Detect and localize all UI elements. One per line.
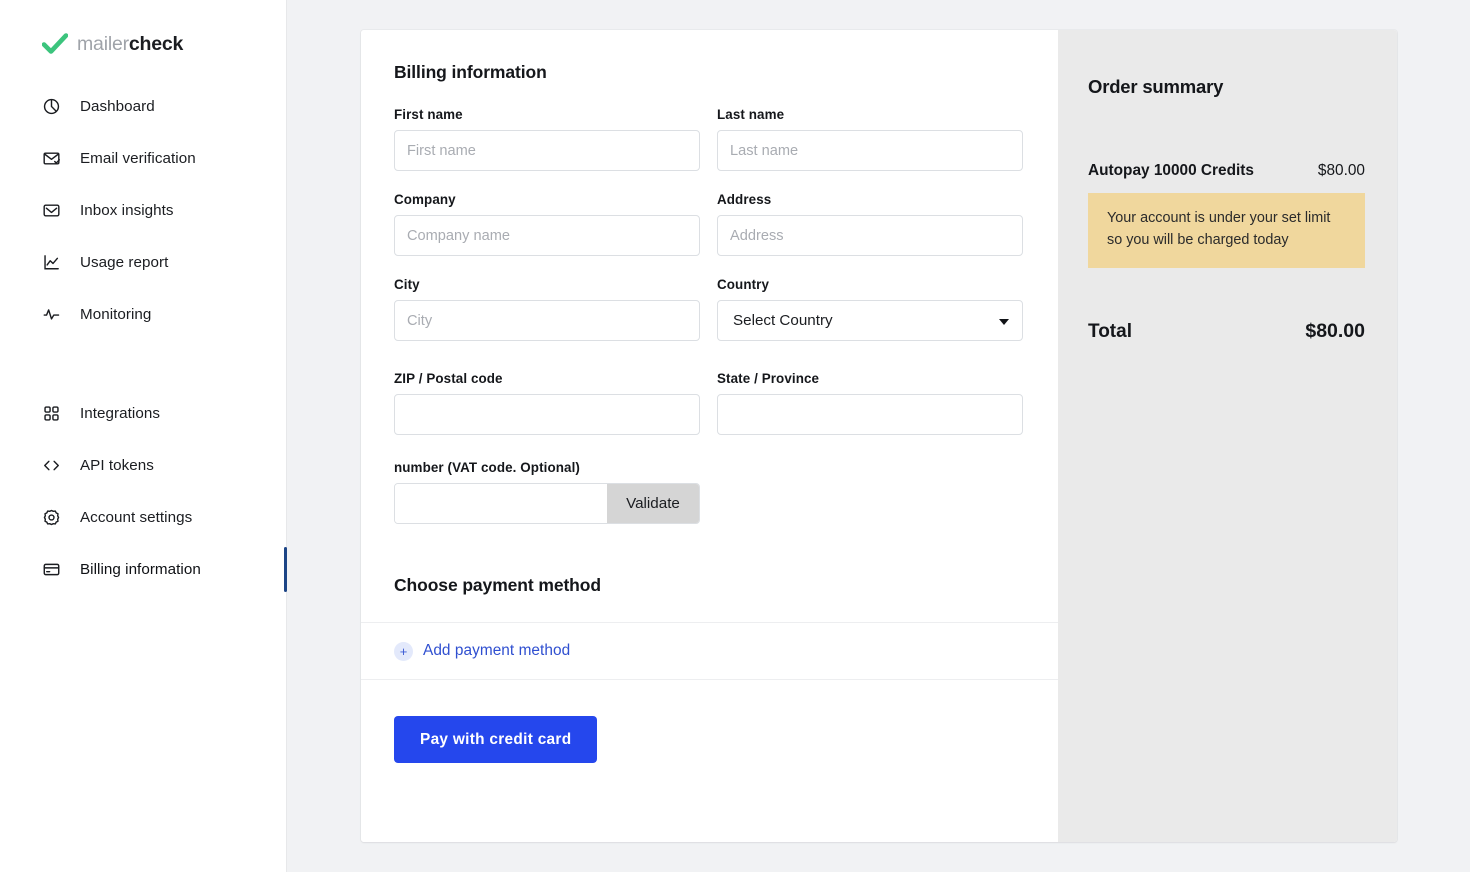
sidebar-nav: Dashboard Email verification Inbox insig… [0, 88, 287, 592]
sidebar-nav-group-secondary: Integrations API tokens Account settings… [0, 395, 287, 592]
field-country: Country Select Country [717, 277, 1023, 341]
sidebar-item-label: Usage report [80, 254, 169, 271]
row-spacer [394, 349, 1023, 371]
mail-check-icon [41, 149, 61, 169]
sidebar-item-inbox-insights[interactable]: Inbox insights [0, 192, 286, 229]
checkout-card: Billing information First name Last name [361, 30, 1397, 842]
last-name-input[interactable] [717, 130, 1023, 171]
billing-form-column: Billing information First name Last name [361, 30, 1058, 842]
add-payment-method-row[interactable]: + Add payment method [361, 623, 1058, 679]
field-last-name: Last name [717, 107, 1023, 171]
company-input[interactable] [394, 215, 700, 256]
order-line-item: Autopay 10000 Credits $80.00 [1088, 162, 1365, 180]
field-zip: ZIP / Postal code [394, 371, 700, 435]
form-row-city-country: City Country Select Country [394, 277, 1023, 341]
city-label: City [394, 277, 420, 292]
billing-notice: Your account is under your set limit so … [1088, 193, 1365, 268]
sidebar-item-label: Monitoring [80, 306, 152, 323]
first-name-input[interactable] [394, 130, 700, 171]
grid-dots-icon [41, 404, 61, 424]
sidebar-item-email-verification[interactable]: Email verification [0, 140, 286, 177]
form-row-names: First name Last name [394, 107, 1023, 171]
order-summary-title: Order summary [1088, 76, 1224, 97]
total-value: $80.00 [1305, 319, 1365, 342]
city-input[interactable] [394, 300, 700, 341]
address-label: Address [717, 192, 772, 207]
address-input[interactable] [717, 215, 1023, 256]
field-address: Address [717, 192, 1023, 256]
country-select-wrapper: Select Country [717, 300, 1023, 341]
sidebar-item-dashboard[interactable]: Dashboard [0, 88, 286, 125]
inbox-icon [41, 201, 61, 221]
vat-label: number (VAT code. Optional) [394, 460, 580, 475]
row-spacer [394, 264, 1023, 277]
total-label: Total [1088, 320, 1132, 342]
sidebar-item-monitoring[interactable]: Monitoring [0, 296, 286, 333]
sidebar-item-account-settings[interactable]: Account settings [0, 499, 286, 536]
payment-section-title: Choose payment method [394, 575, 601, 595]
validate-vat-button[interactable]: Validate [607, 484, 699, 523]
zip-input[interactable] [394, 394, 700, 435]
code-brackets-icon [41, 456, 61, 476]
line-item-price: $80.00 [1317, 162, 1365, 179]
sidebar: mailercheck Dashboard Email verification… [0, 0, 287, 872]
sidebar-nav-divider-space [0, 348, 286, 395]
field-vat: number (VAT code. Optional) Validate [394, 460, 700, 524]
sidebar-item-label: Email verification [80, 150, 196, 167]
line-chart-icon [41, 253, 61, 273]
country-label: Country [717, 277, 770, 292]
sidebar-item-label: Inbox insights [80, 202, 174, 219]
plus-icon: + [394, 641, 413, 661]
row-spacer [394, 443, 1023, 455]
pay-with-credit-card-button[interactable]: Pay with credit card [394, 716, 598, 763]
credit-card-icon [41, 560, 61, 580]
company-label: Company [394, 192, 456, 207]
country-select[interactable]: Select Country [717, 300, 1023, 341]
page-title: Billing information [394, 62, 547, 82]
sidebar-item-integrations[interactable]: Integrations [0, 395, 286, 432]
sidebar-item-label: Billing information [80, 561, 201, 578]
sidebar-item-label: Account settings [80, 509, 193, 526]
order-summary-panel: Order summary Autopay 10000 Credits $80.… [1058, 30, 1397, 842]
sidebar-nav-group-primary: Dashboard Email verification Inbox insig… [0, 88, 286, 333]
last-name-label: Last name [717, 107, 785, 122]
gear-icon [41, 508, 61, 528]
sidebar-item-label: Dashboard [80, 98, 155, 115]
sidebar-item-usage-report[interactable]: Usage report [0, 244, 286, 281]
activity-pulse-icon [41, 305, 61, 325]
state-label: State / Province [717, 371, 820, 386]
vat-input-group: Validate [394, 483, 700, 524]
check-mark-icon [42, 33, 68, 55]
field-first-name: First name [394, 107, 700, 171]
brand-name: mailercheck [77, 33, 183, 56]
zip-label: ZIP / Postal code [394, 371, 503, 386]
sidebar-item-api-tokens[interactable]: API tokens [0, 447, 286, 484]
sidebar-item-billing-information[interactable]: Billing information [0, 547, 287, 592]
order-total-row: Total $80.00 [1088, 320, 1365, 343]
brand-logo[interactable]: mailercheck [0, 0, 286, 55]
first-name-label: First name [394, 107, 463, 122]
brand-name-bold: check [128, 32, 184, 55]
vat-input[interactable] [395, 484, 607, 523]
state-input[interactable] [717, 394, 1023, 435]
add-payment-method-label: Add payment method [423, 642, 571, 659]
line-item-name: Autopay 10000 Credits [1088, 162, 1254, 179]
row-spacer [394, 179, 1023, 192]
main-content: Billing information First name Last name [287, 0, 1470, 872]
form-row-company-address: Company Address [394, 192, 1023, 256]
app-root: mailercheck Dashboard Email verification… [0, 0, 1470, 872]
sidebar-item-label: API tokens [80, 457, 154, 474]
field-city: City [394, 277, 700, 341]
form-row-zip-state: ZIP / Postal code State / Province [394, 371, 1023, 435]
field-company: Company [394, 192, 700, 256]
pie-chart-icon [41, 97, 61, 117]
brand-name-light: mailer [77, 32, 129, 55]
field-state: State / Province [717, 371, 1023, 435]
sidebar-item-label: Integrations [80, 405, 160, 422]
billing-form: Billing information First name Last name [361, 30, 1058, 524]
pay-button-area: Pay with credit card [361, 680, 1058, 763]
